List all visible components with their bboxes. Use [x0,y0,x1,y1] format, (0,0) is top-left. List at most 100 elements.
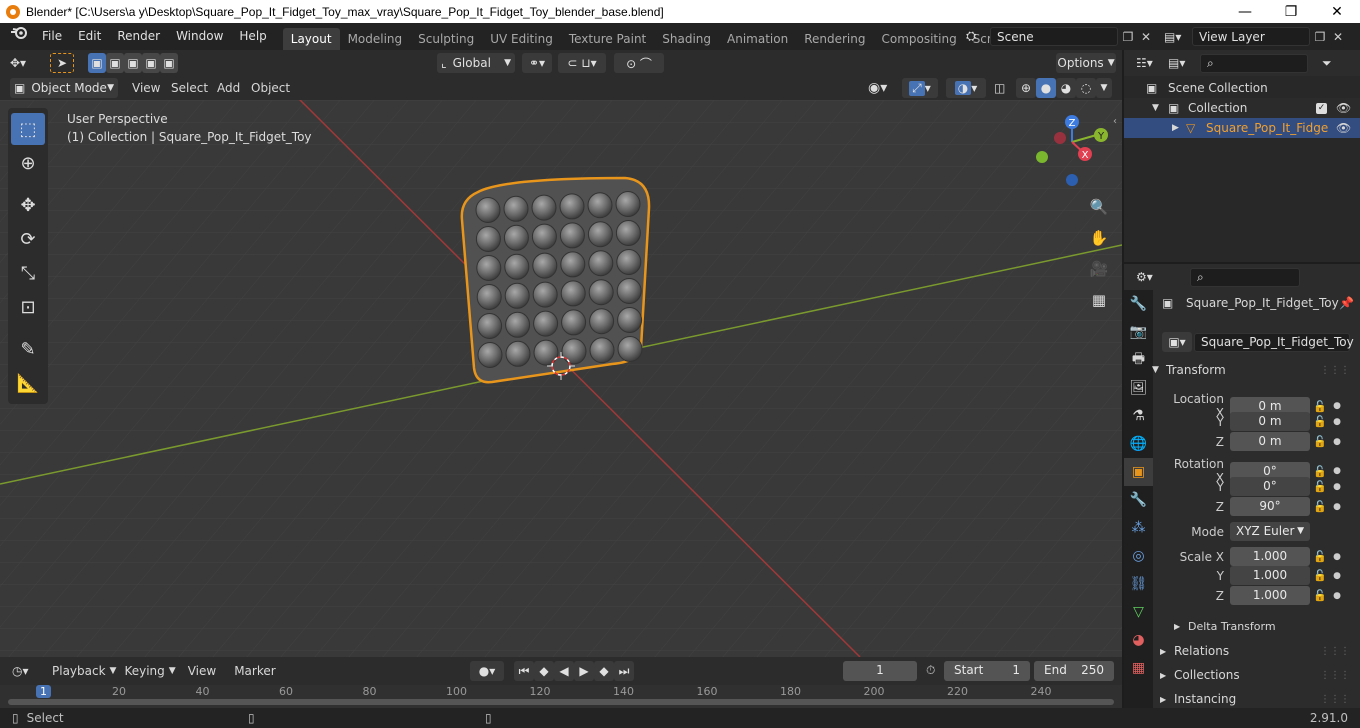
tab-texture-paint[interactable]: Texture Paint [561,28,654,50]
properties-search-input[interactable]: ⌕ [1190,267,1300,287]
scale-x-field[interactable]: 1.000 [1230,547,1310,566]
proportional-editing-icon[interactable]: ⊙ ⌒ [614,53,664,73]
eye-icon[interactable]: 👁 [1336,121,1351,135]
select-extend-icon[interactable]: ▣ [106,53,124,73]
lock-icon[interactable]: 🔓 [1310,400,1330,413]
location-y-field[interactable]: 0 m [1230,412,1310,431]
rotation-z-field[interactable]: 90° [1230,497,1310,516]
maximize-button[interactable]: ❐ [1268,0,1314,23]
xray-icon[interactable]: ◫ [994,81,1005,95]
drag-handle-icon[interactable]: ⋮⋮⋮ [1320,365,1350,376]
keyframe-dot-icon[interactable]: ● [1330,417,1344,427]
menu-view[interactable]: View [132,81,160,95]
minimize-button[interactable]: — [1222,0,1268,23]
grid-perspective-icon[interactable]: ▦ [1086,287,1112,313]
navigation-gizmo[interactable]: Z Y X [1030,112,1114,196]
tool-tab-icon[interactable]: 🔧 [1124,290,1153,318]
keyframe-dot-icon[interactable]: ● [1330,502,1344,512]
scene-selector[interactable]: Scene [990,27,1118,46]
keyframe-dot-icon[interactable]: ● [1330,401,1344,411]
delete-scene-icon[interactable]: ✕ [1138,30,1154,44]
timeline-scrollbar[interactable] [8,699,1114,705]
blender-menu-icon[interactable] [0,23,34,50]
tab-uv-editing[interactable]: UV Editing [482,28,561,50]
transform-tool-icon[interactable]: ⊡ [11,291,45,323]
view-layer-selector[interactable]: View Layer [1192,27,1310,46]
zoom-icon[interactable]: 🔍 [1086,194,1112,220]
start-frame-field[interactable]: Start 1 [944,661,1030,681]
play-icon[interactable]: ▶ [574,661,594,681]
lock-icon[interactable]: 🔓 [1310,480,1330,493]
properties-editor-type-icon[interactable]: ⚙▾ [1136,270,1190,284]
end-frame-field[interactable]: End 250 [1034,661,1114,681]
material-shading-icon[interactable]: ◕ [1056,78,1076,98]
camera-icon[interactable]: 🎥 [1086,256,1112,282]
instancing-panel-header[interactable]: ▶ Instancing ⋮⋮⋮ [1160,692,1350,706]
object-row[interactable]: ▶ ▽ Square_Pop_It_Fidge 👁 [1124,118,1360,138]
timeline-editor-type-icon[interactable]: ◷▾ [12,664,42,678]
editor-type-icon[interactable]: ✥▾ [10,56,26,70]
tab-layout[interactable]: Layout [282,28,340,50]
3d-viewport[interactable] [0,100,1122,657]
overlay-icon[interactable]: ◑ ▾ [946,78,986,98]
delta-transform-header[interactable]: ▶ Delta Transform [1174,620,1360,633]
menu-add[interactable]: Add [217,81,240,95]
world-tab-icon[interactable]: 🌐 [1124,430,1153,458]
new-view-layer-icon[interactable]: ❐ [1310,30,1330,44]
tab-rendering[interactable]: Rendering [796,28,873,50]
scale-z-field[interactable]: 1.000 [1230,586,1310,605]
rotation-y-field[interactable]: 0° [1230,477,1310,496]
render-tab-icon[interactable]: 📷 [1124,318,1153,346]
expand-arrow-icon[interactable]: ▶ [1172,123,1186,133]
delete-view-layer-icon[interactable]: ✕ [1330,30,1346,44]
keyframe-dot-icon[interactable]: ● [1330,571,1344,581]
tab-shading[interactable]: Shading [654,28,719,50]
auto-keying-icon[interactable]: ●▾ [470,661,504,681]
transform-orientation-dropdown[interactable]: ⌞ Global ▼ [437,53,515,73]
wireframe-shading-icon[interactable]: ⊕ [1016,78,1036,98]
select-subtract-icon[interactable]: ▣ [124,53,142,73]
select-tool-icon[interactable]: ➤ [50,53,74,73]
jump-start-icon[interactable]: ⏮ [514,661,534,681]
keyframe-dot-icon[interactable]: ● [1330,482,1344,492]
material-tab-icon[interactable]: ◕ [1124,626,1153,654]
object-browse-icon[interactable]: ▣▾ [1162,332,1192,352]
tab-compositing[interactable]: Compositing [873,28,964,50]
view-layer-icon[interactable]: ▤▾ [1164,30,1192,44]
lock-icon[interactable]: 🔓 [1310,500,1330,513]
menu-help[interactable]: Help [231,23,274,50]
prev-keyframe-icon[interactable]: ◆ [534,661,554,681]
data-tab-icon[interactable]: ▽ [1124,598,1153,626]
gizmo-icon[interactable]: ⤢ ▾ [902,78,938,98]
sidebar-toggle-icon[interactable]: ‹ [1113,116,1117,127]
select-box-tool-icon[interactable]: ⬚ [11,113,45,145]
outliner-editor-type-icon[interactable]: ☷▾ [1136,56,1168,70]
mode-dropdown[interactable]: ▣ Object Mode ▼ [10,78,118,98]
texture-tab-icon[interactable]: ▦ [1124,654,1153,682]
relations-panel-header[interactable]: ▶ Relations ⋮⋮⋮ [1160,644,1350,658]
cursor-tool-icon[interactable]: ⊕ [11,147,45,179]
lock-icon[interactable]: 🔓 [1310,550,1330,563]
menu-window[interactable]: Window [168,23,231,50]
lock-icon[interactable]: 🔓 [1310,435,1330,448]
rotate-tool-icon[interactable]: ⟳ [11,223,45,255]
tab-sculpting[interactable]: Sculpting [410,28,482,50]
visibility-eye-icon[interactable]: ◉▾ [868,80,887,96]
view-layer-tab-icon[interactable]: 🖼 [1124,374,1153,402]
scene-tab-icon[interactable]: ⚗ [1124,402,1153,430]
tab-modeling[interactable]: Modeling [340,28,411,50]
outliner-search-input[interactable]: ⌕ [1200,53,1308,73]
object-name-field[interactable]: Square_Pop_It_Fidget_Toy [1194,332,1354,352]
shading-options-icon[interactable]: ▼ [1096,78,1112,98]
snap-icon[interactable]: ⊂ ⊔▾ [558,53,606,73]
expand-arrow-icon[interactable]: ▼ [1152,103,1168,113]
stopwatch-icon[interactable]: ⏱ [926,663,935,678]
constraints-tab-icon[interactable]: ⛓ [1124,570,1153,598]
current-frame-field[interactable]: 1 [843,661,917,681]
keyframe-dot-icon[interactable]: ● [1330,466,1344,476]
menu-timeline-view[interactable]: View [188,664,216,678]
rotation-mode-dropdown[interactable]: XYZ Euler ▼ [1230,522,1310,541]
menu-keying[interactable]: Keying [124,664,164,678]
output-tab-icon[interactable]: 🖶 [1124,346,1153,374]
jump-end-icon[interactable]: ⏭ [614,661,634,681]
